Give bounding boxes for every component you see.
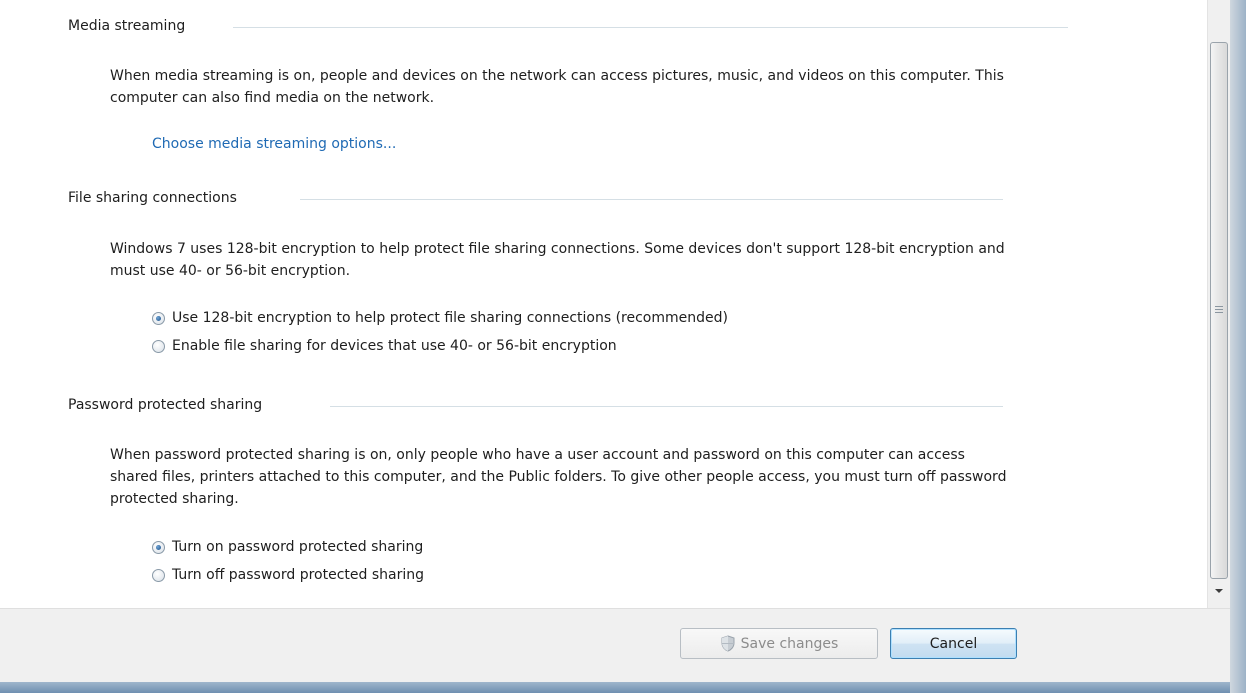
dialog-footer: [0, 608, 1230, 682]
section-title: Media streaming: [68, 18, 186, 34]
radio-selected-icon[interactable]: [152, 540, 165, 554]
save-changes-button[interactable]: Save changes: [680, 628, 878, 659]
arrow-down-icon: [1215, 589, 1223, 593]
cancel-button[interactable]: Cancel: [890, 628, 1017, 659]
uac-shield-icon: [721, 635, 735, 652]
radio-128-bit-encryption[interactable]: Use 128-bit encryption to help protect f…: [152, 310, 728, 326]
save-changes-label: Save changes: [740, 635, 839, 652]
vertical-scrollbar[interactable]: [1207, 0, 1230, 608]
radio-turn-off-password-sharing[interactable]: Turn off password protected sharing: [152, 567, 424, 583]
section-title: File sharing connections: [68, 190, 237, 206]
section-header-password-sharing: Password protected sharing: [68, 397, 1003, 413]
media-streaming-description: When media streaming is on, people and d…: [110, 68, 1004, 106]
radio-unselected-icon[interactable]: [152, 568, 165, 582]
settings-content: Media streaming When media streaming is …: [0, 0, 1207, 608]
radio-turn-on-password-sharing[interactable]: Turn on password protected sharing: [152, 539, 423, 555]
window-frame-right: [1230, 0, 1246, 693]
scroll-down-button[interactable]: [1212, 584, 1226, 598]
radio-unselected-icon[interactable]: [152, 339, 165, 353]
scrollbar-grip-icon: [1215, 306, 1223, 315]
password-sharing-description: When password protected sharing is on, o…: [110, 447, 1007, 507]
section-header-file-sharing: File sharing connections: [68, 190, 1003, 206]
file-sharing-description: Windows 7 uses 128-bit encryption to hel…: [110, 241, 1005, 279]
section-divider: [233, 27, 1068, 28]
radio-label: Turn on password protected sharing: [172, 539, 424, 555]
scrollbar-thumb[interactable]: [1210, 42, 1228, 579]
section-divider: [330, 406, 1003, 407]
radio-selected-icon[interactable]: [152, 311, 165, 325]
radio-40-56-bit-encryption[interactable]: Enable file sharing for devices that use…: [152, 338, 617, 354]
radio-label: Enable file sharing for devices that use…: [172, 338, 617, 354]
window-frame-bottom: [0, 682, 1230, 693]
section-title: Password protected sharing: [68, 397, 263, 413]
section-divider: [300, 199, 1003, 200]
choose-media-streaming-options-link[interactable]: Choose media streaming options...: [152, 136, 396, 152]
cancel-label: Cancel: [929, 635, 978, 652]
radio-label: Turn off password protected sharing: [172, 567, 424, 583]
section-header-media-streaming: Media streaming: [68, 18, 1068, 34]
radio-label: Use 128-bit encryption to help protect f…: [172, 310, 728, 326]
